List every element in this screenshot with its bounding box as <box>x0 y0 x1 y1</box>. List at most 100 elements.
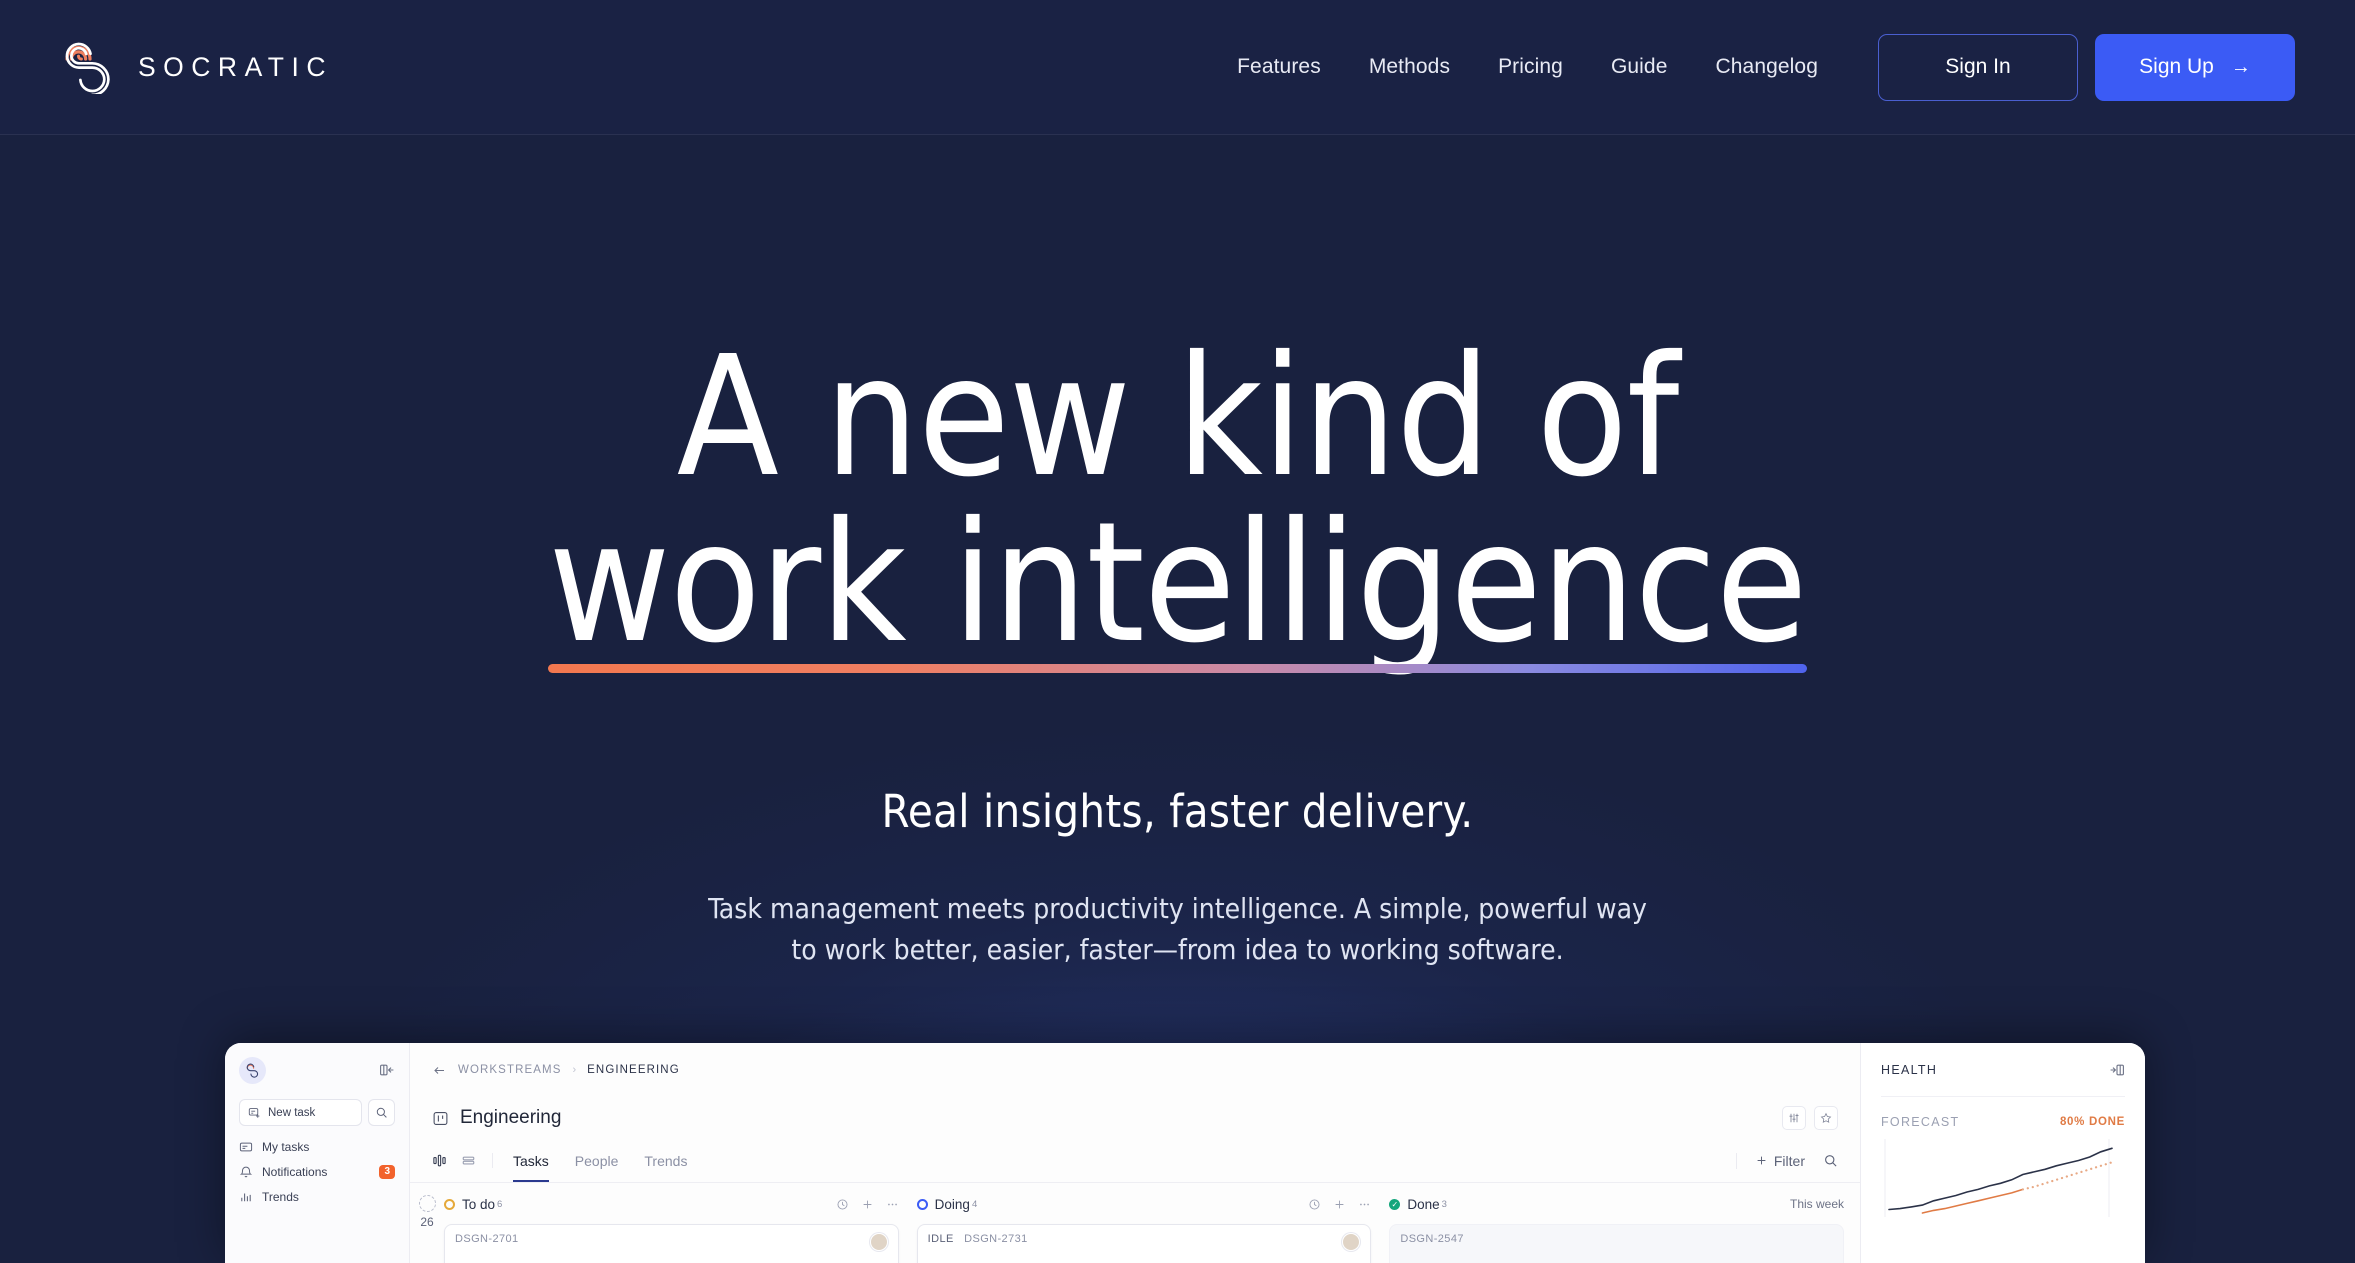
sidebar-top-row <box>239 1055 395 1085</box>
bar-chart-icon <box>239 1190 253 1204</box>
column-header: ✓ Done 3 This week <box>1389 1193 1844 1215</box>
nav-link-features[interactable]: Features <box>1237 55 1321 79</box>
plus-icon <box>1755 1154 1768 1167</box>
panel-collapse-right-icon[interactable] <box>2109 1062 2125 1078</box>
hero-section: A new kind of work intelligence Real ins… <box>0 135 2355 971</box>
app-preview-window: New task My tasks Notifications 3 Trends… <box>225 1043 2145 1263</box>
panel-collapse-left-icon[interactable] <box>379 1062 395 1078</box>
status-check-done-icon: ✓ <box>1389 1198 1401 1210</box>
sidebar-search-row: New task <box>239 1099 395 1126</box>
column-count: 4 <box>971 1198 978 1210</box>
sign-in-button[interactable]: Sign In <box>1878 33 2078 101</box>
socratic-spiral-s-logo-icon <box>60 40 112 94</box>
bell-icon <box>239 1165 253 1179</box>
arrow-left-icon[interactable] <box>432 1063 447 1078</box>
sign-up-label: Sign Up <box>2139 55 2214 78</box>
workstream-title-group: Engineering <box>432 1107 561 1129</box>
board-icon <box>432 1110 449 1127</box>
health-panel-header: HEALTH <box>1881 1043 2125 1097</box>
breadcrumb-root[interactable]: WORKSTREAMS <box>458 1064 561 1076</box>
app-sidebar: New task My tasks Notifications 3 Trends <box>225 1043 410 1263</box>
forecast-section-header: FORECAST 80% DONE <box>1881 1115 2125 1129</box>
new-task-input[interactable]: New task <box>239 1099 362 1126</box>
kanban-column-todo: To do 6 DSGN-2701 <box>444 1193 899 1263</box>
plus-icon[interactable] <box>861 1198 874 1211</box>
nav-right-group: Features Methods Pricing Guide Changelog… <box>1237 33 2295 101</box>
breadcrumb-separator: › <box>572 1064 577 1076</box>
workstream-title: Engineering <box>460 1107 562 1128</box>
hero-tagline: Real insights, faster delivery. <box>881 785 1474 838</box>
headline-gradient-underline <box>548 664 1807 673</box>
board-progress-rail: 26 <box>410 1193 444 1263</box>
notifications-badge: 3 <box>379 1165 395 1179</box>
socratic-logo-small-icon[interactable] <box>239 1056 266 1084</box>
headline-line-1: A new kind of <box>676 321 1679 514</box>
task-card[interactable]: IDLE DSGN-2731 <box>916 1224 1372 1263</box>
add-filter-button[interactable]: Filter <box>1755 1153 1805 1169</box>
sidebar-item-my-tasks[interactable]: My tasks <box>239 1140 395 1154</box>
task-card-id: DSGN-2701 <box>455 1233 519 1245</box>
sidebar-search-button[interactable] <box>368 1099 395 1126</box>
forecast-chart-svg <box>1884 1139 2114 1217</box>
brand-logo[interactable]: SOCRATIC <box>60 40 333 94</box>
nav-links: Features Methods Pricing Guide Changelog <box>1237 55 1818 79</box>
sidebar-nav-items: My tasks Notifications 3 Trends <box>239 1140 395 1204</box>
new-task-label: New task <box>268 1106 316 1119</box>
nav-link-changelog[interactable]: Changelog <box>1716 55 1819 79</box>
column-header: To do 6 <box>444 1193 899 1215</box>
workstream-actions <box>1782 1106 1838 1130</box>
list-view-icon[interactable] <box>461 1153 476 1168</box>
more-icon[interactable] <box>886 1198 899 1211</box>
more-icon[interactable] <box>1358 1198 1371 1211</box>
brand-name: SOCRATIC <box>138 51 333 82</box>
task-card-status: IDLE <box>927 1233 954 1245</box>
top-navigation-bar: SOCRATIC Features Methods Pricing Guide … <box>0 0 2355 135</box>
sidebar-item-label: Notifications <box>262 1165 328 1179</box>
board-toolbar: Tasks People Trends Filter <box>410 1139 1860 1183</box>
task-card-id: DSGN-2547 <box>1400 1233 1464 1245</box>
task-card[interactable]: DSGN-2547 <box>1389 1224 1845 1263</box>
tab-trends[interactable]: Trends <box>644 1139 687 1182</box>
arrow-right-icon: → <box>2230 56 2251 78</box>
tab-people[interactable]: People <box>575 1139 619 1182</box>
sidebar-item-label: My tasks <box>262 1140 310 1154</box>
board-view-icon[interactable] <box>432 1153 447 1168</box>
chart-series-scope <box>1888 1147 2113 1211</box>
nav-link-methods[interactable]: Methods <box>1369 55 1450 79</box>
column-actions <box>1308 1198 1371 1211</box>
nav-link-pricing[interactable]: Pricing <box>1498 55 1563 79</box>
clock-icon[interactable] <box>836 1198 849 1211</box>
breadcrumb-current: ENGINEERING <box>587 1064 680 1076</box>
avatar <box>1342 1233 1361 1251</box>
column-header: Doing 4 <box>916 1193 1372 1215</box>
status-dot-todo-icon <box>444 1198 455 1210</box>
view-toggle-group <box>432 1153 493 1168</box>
sidebar-item-trends[interactable]: Trends <box>239 1190 395 1204</box>
sidebar-item-notifications[interactable]: Notifications 3 <box>239 1165 395 1179</box>
search-icon <box>375 1106 388 1119</box>
headline-line-2: work intelligence <box>548 487 1807 680</box>
hero-subcopy-line-2: to work better, easier, faster—from idea… <box>791 933 1564 967</box>
chart-series-projection <box>2021 1161 2114 1191</box>
sliders-icon[interactable] <box>1782 1106 1806 1130</box>
plus-icon[interactable] <box>1333 1198 1346 1211</box>
progress-badge: 80% DONE <box>2059 1116 2125 1128</box>
nav-link-guide[interactable]: Guide <box>1611 55 1668 79</box>
new-task-icon <box>248 1106 261 1119</box>
board-total-count: 26 <box>420 1215 434 1229</box>
kanban-column-doing: Doing 4 IDLE DSGN-2731 <box>916 1193 1372 1263</box>
star-icon[interactable] <box>1814 1106 1838 1130</box>
clock-icon[interactable] <box>1308 1198 1321 1211</box>
hero-subcopy-line-1: Task management meets productivity intel… <box>708 892 1647 925</box>
search-icon[interactable] <box>1823 1153 1838 1168</box>
chart-series-completed <box>1921 1188 2024 1214</box>
health-panel: HEALTH FORECAST 80% DONE <box>1860 1043 2145 1263</box>
forecast-label: FORECAST <box>1881 1115 1960 1129</box>
column-title: Doing <box>934 1196 970 1212</box>
sign-up-button[interactable]: Sign Up → <box>2095 33 2295 101</box>
task-card[interactable]: DSGN-2701 <box>444 1224 899 1263</box>
status-dot-doing-icon <box>916 1198 928 1210</box>
tab-tasks[interactable]: Tasks <box>513 1139 549 1182</box>
progress-circle-icon <box>418 1195 436 1212</box>
filter-label: Filter <box>1773 1152 1805 1169</box>
